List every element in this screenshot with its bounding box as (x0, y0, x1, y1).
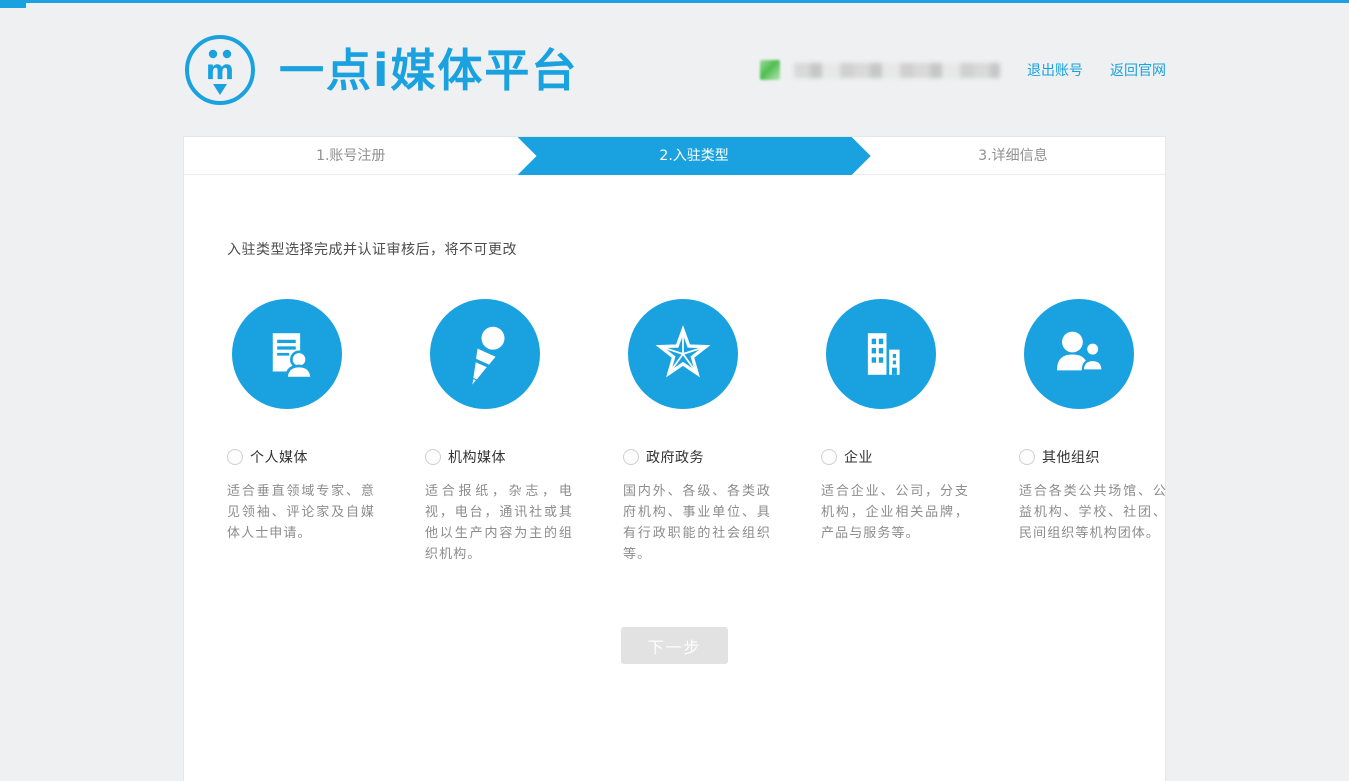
radio-circle[interactable] (1019, 449, 1035, 465)
document-person-icon (232, 299, 342, 409)
card-content: 入驻类型选择完成并认证审核后，将不可更改 个人媒体 (184, 239, 1165, 664)
svg-text:m: m (206, 55, 234, 86)
top-left-accent (0, 0, 26, 8)
option-government: 政府政务 国内外、各级、各类政府机构、事业单位、具有行政职能的社会组织等。 (623, 299, 821, 565)
brand: m 一点i媒体平台 (183, 33, 578, 107)
option-description: 适合报纸，杂志，电视，电台，通讯社或其他以生产内容为主的组织机构。 (425, 481, 573, 565)
radio-enterprise[interactable]: 企业 (821, 447, 1019, 467)
option-description: 适合垂直领域专家、意见领袖、评论家及自媒体人士申请。 (227, 481, 375, 544)
option-organization-media: 机构媒体 适合报纸，杂志，电视，电台，通讯社或其他以生产内容为主的组织机构。 (425, 299, 623, 565)
radio-other-organization[interactable]: 其他组织 (1019, 447, 1167, 467)
logout-link[interactable]: 退出账号 (1027, 60, 1083, 80)
option-label: 机构媒体 (448, 447, 506, 467)
option-enterprise: 企业 适合企业、公司，分支机构，企业相关品牌，产品与服务等。 (821, 299, 1019, 565)
brand-logo-icon: m (183, 33, 257, 107)
registration-card: 1.账号注册 2.入驻类型 3.详细信息 入驻类型选择完成并认证审核后，将不可更… (183, 136, 1166, 781)
button-row: 下一步 (227, 627, 1122, 664)
option-personal-media: 个人媒体 适合垂直领域专家、意见领袖、评论家及自媒体人士申请。 (227, 299, 425, 565)
option-other-organization: 其他组织 适合各类公共场馆、公益机构、学校、社团、民间组织等机构团体。 (1019, 299, 1167, 565)
entry-type-options: 个人媒体 适合垂直领域专家、意见领袖、评论家及自媒体人士申请。 (227, 299, 1122, 565)
radio-personal-media[interactable]: 个人媒体 (227, 447, 425, 467)
option-label: 其他组织 (1042, 447, 1100, 467)
entry-type-page: { "colors": { "accent_blue": "#1aa2e0", … (0, 0, 1349, 781)
radio-government[interactable]: 政府政务 (623, 447, 821, 467)
next-step-button[interactable]: 下一步 (621, 627, 728, 664)
stepper: 1.账号注册 2.入驻类型 3.详细信息 (184, 137, 1165, 175)
option-label: 个人媒体 (250, 447, 308, 467)
radio-circle[interactable] (821, 449, 837, 465)
option-description: 国内外、各级、各类政府机构、事业单位、具有行政职能的社会组织等。 (623, 481, 771, 565)
microphone-icon (430, 299, 540, 409)
radio-circle[interactable] (425, 449, 441, 465)
user-avatar (760, 60, 780, 80)
brand-title: 一点i媒体平台 (279, 48, 578, 93)
option-label: 政府政务 (646, 447, 704, 467)
notice-text: 入驻类型选择完成并认证审核后，将不可更改 (227, 239, 1122, 259)
header: m 一点i媒体平台 退出账号 返回官网 (183, 22, 1166, 118)
radio-circle[interactable] (623, 449, 639, 465)
radio-organization-media[interactable]: 机构媒体 (425, 447, 623, 467)
user-name-redacted (794, 63, 1000, 78)
step-detail-info: 3.详细信息 (861, 137, 1165, 175)
option-label: 企业 (844, 447, 873, 467)
back-to-official-site-link[interactable]: 返回官网 (1110, 60, 1166, 80)
option-description: 适合各类公共场馆、公益机构、学校、社团、民间组织等机构团体。 (1019, 481, 1167, 544)
radio-circle[interactable] (227, 449, 243, 465)
step-account-register: 1.账号注册 (184, 137, 518, 175)
star-icon (628, 299, 738, 409)
people-icon (1024, 299, 1134, 409)
step-entry-type-active: 2.入驻类型 (518, 137, 871, 175)
top-accent-bar (0, 0, 1349, 3)
option-description: 适合企业、公司，分支机构，企业相关品牌，产品与服务等。 (821, 481, 969, 544)
buildings-icon (826, 299, 936, 409)
header-account-area: 退出账号 返回官网 (760, 60, 1166, 80)
